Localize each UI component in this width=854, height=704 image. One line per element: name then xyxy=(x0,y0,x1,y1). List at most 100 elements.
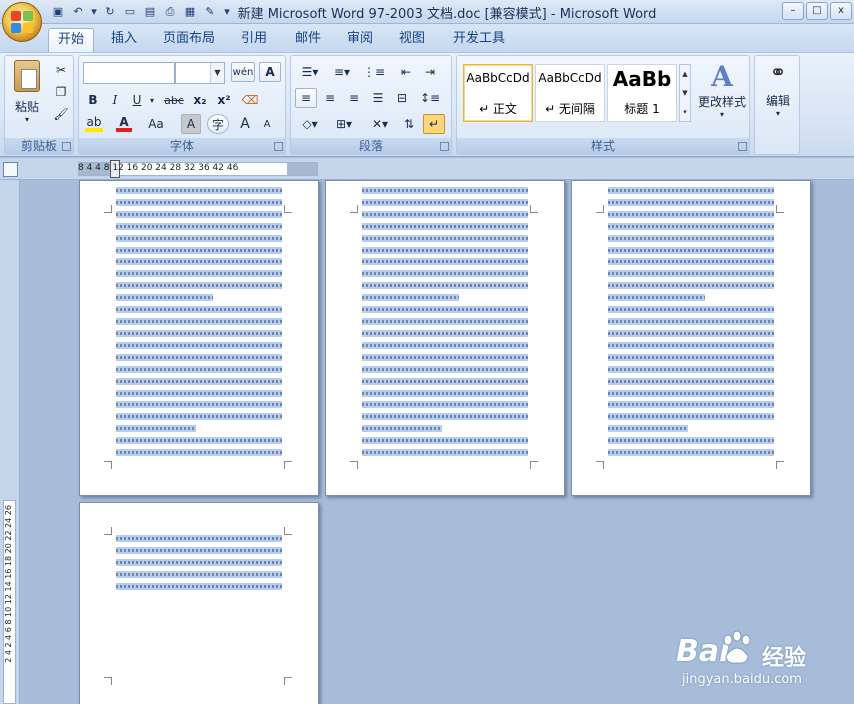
borders-icon[interactable]: ⊞▾ xyxy=(329,114,359,134)
paragraph-group: ☰▾ ≡▾ ⋮≡ ⇤ ⇥ ≡ ≡ ≡ ☰ ⊟ ↕≡ ◇▾ ⊞▾ ✕▾ ⇅ ↵ 段… xyxy=(290,55,452,155)
selected-text-line xyxy=(116,199,282,206)
font-size-dropdown-icon[interactable]: ▼ xyxy=(210,63,224,83)
grow-font-button[interactable]: A xyxy=(235,114,255,134)
align-left-icon[interactable]: ≡ xyxy=(295,88,317,108)
font-size-combo[interactable]: ▼ xyxy=(175,62,225,84)
superscript-button[interactable]: x² xyxy=(213,90,235,110)
change-case-button[interactable]: Aa xyxy=(143,114,169,134)
selected-text-line xyxy=(608,306,774,313)
style-no-spacing[interactable]: AaBbCcDd ↵ 无间隔 xyxy=(535,64,605,122)
line-spacing-icon[interactable]: ↕≡ xyxy=(415,88,445,108)
tab-home[interactable]: 开始 xyxy=(48,28,94,52)
crop-mark-tr xyxy=(284,205,292,213)
selected-text-line xyxy=(608,235,774,242)
subscript-button[interactable]: x₂ xyxy=(189,90,211,110)
selected-text-line xyxy=(362,330,528,337)
page-2[interactable] xyxy=(325,180,565,496)
office-logo-icon xyxy=(11,11,33,33)
change-styles-button[interactable]: A 更改样式 ▾ xyxy=(695,60,749,134)
selected-text-line xyxy=(362,258,528,265)
horizontal-ruler[interactable]: 8 4 4 8 12 16 20 24 28 32 36 42 46 xyxy=(0,158,854,180)
ribbon-tab-bar: 开始 插入 页面布局 引用 邮件 审阅 视图 开发工具 xyxy=(0,24,854,52)
style-normal[interactable]: AaBbCcDd ↵ 正文 xyxy=(463,64,533,122)
selected-text-line xyxy=(362,413,528,420)
shrink-font-button[interactable]: A xyxy=(257,114,277,134)
highlight-button[interactable]: ab xyxy=(83,114,105,134)
watermark-cn: 经验 xyxy=(762,646,807,671)
align-center-icon[interactable]: ≡ xyxy=(319,88,341,108)
styles-scroll[interactable]: ▲ ▼ ▾ xyxy=(679,64,691,122)
copy-icon[interactable]: ❐ xyxy=(51,82,71,102)
cut-icon[interactable]: ✂ xyxy=(51,60,71,80)
tab-review[interactable]: 审阅 xyxy=(338,28,382,52)
paragraph-launcher-icon[interactable] xyxy=(440,142,449,151)
phonetic-guide-button[interactable]: wén xyxy=(231,62,255,82)
page-1[interactable] xyxy=(79,180,319,496)
enclose-chars-button[interactable]: 字 xyxy=(207,114,229,134)
selected-text-line xyxy=(116,571,282,578)
increase-indent-icon[interactable]: ⇥ xyxy=(419,62,441,82)
char-shading-button[interactable]: A xyxy=(181,114,201,134)
crop-mark-tl xyxy=(104,205,112,213)
style-heading-1[interactable]: AaBb 标题 1 xyxy=(607,64,677,122)
selected-text-line xyxy=(116,282,282,289)
char-border-button[interactable]: A xyxy=(259,62,281,82)
selected-text-line xyxy=(116,342,282,349)
chinese-layout-icon[interactable]: ✕▾ xyxy=(365,114,395,134)
strikethrough-button[interactable]: abc xyxy=(161,90,187,110)
minimize-button[interactable]: – xyxy=(782,2,804,20)
change-styles-label: 更改样式 xyxy=(697,95,746,109)
document-workspace[interactable] xyxy=(21,180,854,704)
tab-view[interactable]: 视图 xyxy=(390,28,434,52)
change-styles-dropdown-icon: ▾ xyxy=(719,110,724,119)
paste-button[interactable]: 粘贴 ▾ xyxy=(9,60,45,130)
close-button[interactable]: x xyxy=(830,2,852,20)
show-marks-icon[interactable]: ↵ xyxy=(423,114,445,134)
tab-developer[interactable]: 开发工具 xyxy=(446,28,512,52)
shading-icon[interactable]: ◇▾ xyxy=(295,114,325,134)
clear-format-icon[interactable]: ⌫ xyxy=(239,90,261,110)
vertical-ruler[interactable]: 2 4 2 4 6 8 10 12 14 16 18 20 22 24 26 xyxy=(0,180,20,704)
styles-group-label: 样式 xyxy=(457,138,749,154)
tab-mailings[interactable]: 邮件 xyxy=(286,28,330,52)
crop-mark-br xyxy=(284,461,292,469)
tab-insert[interactable]: 插入 xyxy=(102,28,146,52)
office-button[interactable] xyxy=(2,2,42,42)
selected-text-line xyxy=(116,378,282,385)
italic-button[interactable]: I xyxy=(105,90,125,110)
selected-text-line xyxy=(608,294,705,301)
styles-launcher-icon[interactable] xyxy=(738,142,747,151)
crop-mark-bl xyxy=(596,461,604,469)
tab-references[interactable]: 引用 xyxy=(232,28,276,52)
change-styles-icon: A xyxy=(711,60,733,93)
page-3[interactable] xyxy=(571,180,811,496)
format-painter-icon[interactable]: 🖌 xyxy=(51,104,71,124)
font-name-combo[interactable] xyxy=(83,62,175,84)
selected-text-line xyxy=(362,354,528,361)
sort-icon[interactable]: ⇅ xyxy=(399,114,419,134)
selected-text-line xyxy=(362,294,459,301)
align-right-icon[interactable]: ≡ xyxy=(343,88,365,108)
clipboard-launcher-icon[interactable] xyxy=(62,142,71,151)
bullets-icon[interactable]: ☰▾ xyxy=(295,62,325,82)
selected-text-line xyxy=(116,306,282,313)
underline-button[interactable]: U xyxy=(127,90,147,110)
page-4[interactable] xyxy=(79,502,319,704)
tab-page-layout[interactable]: 页面布局 xyxy=(156,28,222,52)
numbering-icon[interactable]: ≡▾ xyxy=(327,62,357,82)
multilevel-list-icon[interactable]: ⋮≡ xyxy=(359,62,389,82)
bold-button[interactable]: B xyxy=(83,90,103,110)
justify-icon[interactable]: ☰ xyxy=(367,88,389,108)
tab-selector-icon[interactable] xyxy=(3,162,18,177)
decrease-indent-icon[interactable]: ⇤ xyxy=(395,62,417,82)
underline-dropdown-icon[interactable]: ▾ xyxy=(147,90,157,110)
font-color-button[interactable]: A xyxy=(113,114,135,134)
editing-button[interactable]: ⚭ 编辑 ▾ xyxy=(757,60,799,136)
font-launcher-icon[interactable] xyxy=(274,142,283,151)
baidu-jingyan-watermark: Bai 经验 jingyan.baidu.com xyxy=(676,630,846,690)
style-no-spacing-sample: AaBbCcDd xyxy=(538,71,602,85)
selected-text-line xyxy=(116,413,282,420)
maximize-button[interactable]: □ xyxy=(806,2,828,20)
selected-text-line xyxy=(362,318,528,325)
distribute-icon[interactable]: ⊟ xyxy=(391,88,413,108)
